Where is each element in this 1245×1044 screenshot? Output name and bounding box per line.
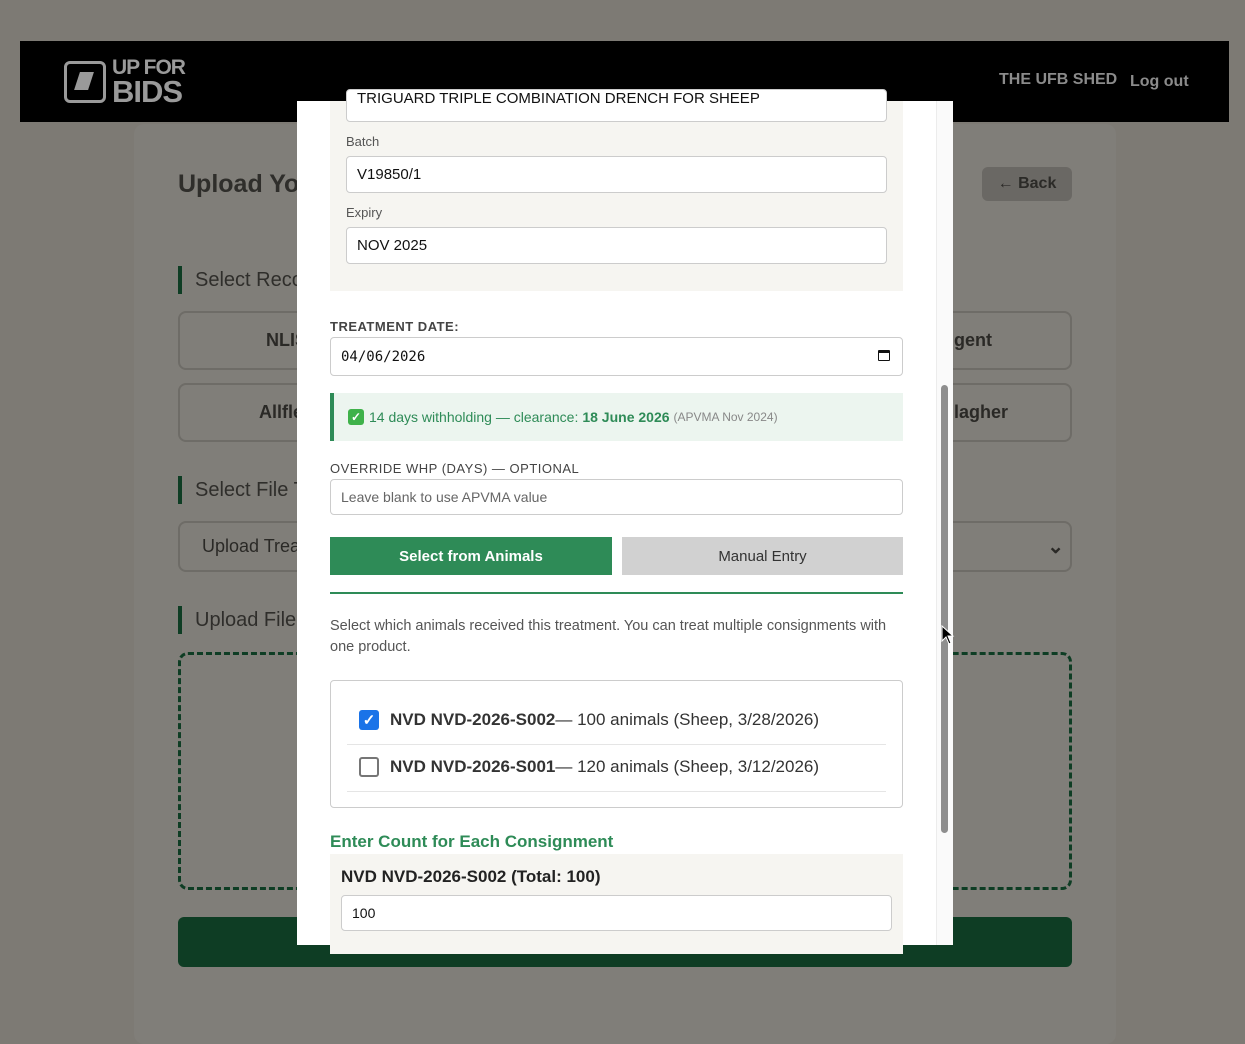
treatment-date-label: TREATMENT DATE: — [330, 319, 460, 334]
instruction-text: Select which animals received this treat… — [330, 618, 887, 655]
whp-text: 14 days withholding — clearance: — [369, 409, 579, 425]
treatment-date-value: 04/06/2026 — [341, 348, 426, 365]
count-value: 100 — [352, 905, 376, 921]
check-mark-icon: ✓ — [348, 409, 364, 425]
section-record-heading: Select Reco — [195, 269, 303, 291]
site-logo[interactable]: UP FOR BIDS — [64, 57, 186, 109]
count-input[interactable]: 100 — [341, 895, 892, 931]
override-whp-placeholder: Leave blank to use APVMA value — [341, 489, 548, 505]
consignment-checkbox-checked[interactable]: ✓ — [359, 710, 379, 730]
consignment-id: NVD NVD-2026-S002 — [390, 710, 556, 729]
calendar-icon[interactable] — [878, 350, 890, 361]
consignment-detail: — 120 animals (Sheep, 3/12/2026) — [555, 757, 820, 776]
treatment-date-input[interactable]: 04/06/2026 — [330, 337, 903, 376]
whp-source: (APVMA Nov 2024) — [673, 410, 778, 424]
logo-line2: BIDS — [112, 73, 183, 109]
modal-bottom-edge — [297, 945, 952, 1023]
section-accent — [178, 476, 182, 504]
batch-label: Batch — [346, 134, 380, 149]
expiry-label: Expiry — [346, 205, 383, 220]
consignment-checkbox-unchecked[interactable] — [359, 757, 379, 777]
batch-field[interactable]: V19850/1 — [346, 156, 887, 193]
expiry-field[interactable]: NOV 2025 — [346, 227, 887, 264]
product-name-field[interactable]: TRIGUARD TRIPLE COMBINATION DRENCH FOR S… — [346, 89, 887, 122]
section-upload-heading: Upload File — [195, 609, 297, 631]
record-type-agent-label: gent — [954, 330, 992, 350]
consignment-list: ✓ NVD NVD-2026-S002 — 100 animals (Sheep… — [330, 680, 903, 808]
count-label: NVD NVD-2026-S002 (Total: 100) — [341, 867, 601, 886]
record-type-gallagher-label: lagher — [954, 402, 1009, 422]
consignment-row[interactable]: ✓ NVD NVD-2026-S002 — 100 animals (Sheep… — [347, 697, 886, 743]
tab-manual-entry[interactable]: Manual Entry — [622, 537, 903, 575]
consignment-id: NVD NVD-2026-S001 — [390, 757, 556, 776]
consignment-detail: — 100 animals (Sheep, 3/28/2026) — [555, 710, 820, 729]
override-whp-label: OVERRIDE WHP (DAYS) — OPTIONAL — [330, 461, 580, 476]
withholding-alert: ✓ 14 days withholding — clearance: 18 Ju… — [330, 393, 903, 441]
modal-scrollbar-thumb[interactable] — [941, 385, 948, 833]
clearance-date: 18 June 2026 — [582, 409, 670, 425]
row-divider — [347, 791, 886, 792]
batch-value: V19850/1 — [357, 166, 422, 183]
expiry-value: NOV 2025 — [357, 237, 428, 254]
tab-underline — [330, 592, 903, 594]
override-whp-input[interactable]: Leave blank to use APVMA value — [330, 479, 903, 515]
page-title: Upload Yo — [178, 170, 300, 198]
file-type-value: Upload Trea — [202, 536, 301, 556]
nav-link-shed[interactable]: THE UFB SHED — [999, 71, 1117, 89]
mouse-cursor-icon — [941, 625, 955, 645]
section-accent — [178, 606, 182, 634]
tab-select-from-animals[interactable]: Select from Animals — [330, 537, 612, 575]
count-heading: Enter Count for Each Consignment — [330, 832, 614, 851]
nav-link-logout[interactable]: Log out — [1130, 73, 1189, 91]
back-button[interactable]: ← Back — [982, 167, 1072, 201]
chevron-down-icon: ⌄ — [1047, 536, 1064, 558]
gavel-icon — [64, 61, 106, 103]
section-accent — [178, 266, 182, 294]
section-file-heading: Select File T — [195, 479, 306, 501]
product-name-value: TRIGUARD TRIPLE COMBINATION DRENCH FOR S… — [357, 90, 760, 107]
consignment-row[interactable]: NVD NVD-2026-S001 — 120 animals (Sheep, … — [347, 744, 886, 790]
